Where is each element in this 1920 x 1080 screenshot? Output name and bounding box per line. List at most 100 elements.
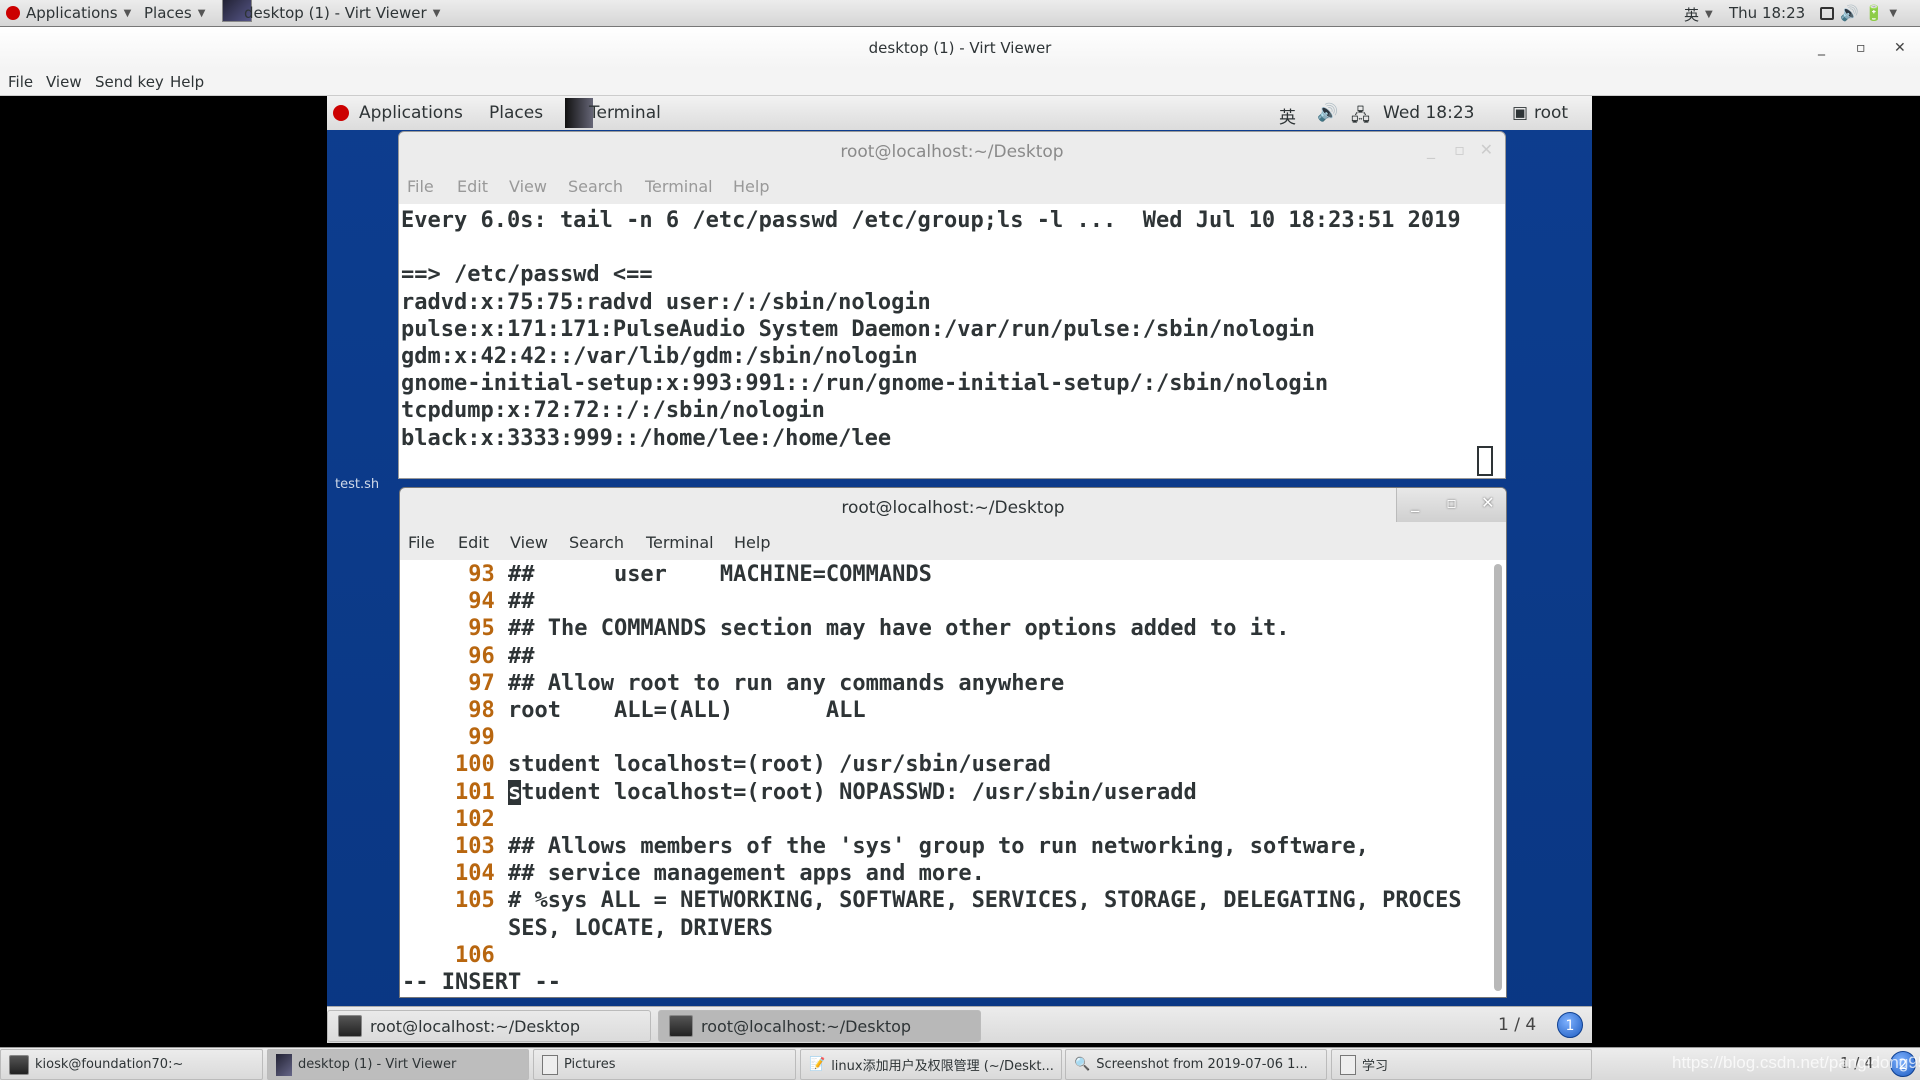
- vim-line: 93 ## user MACHINE=COMMANDS: [402, 561, 932, 588]
- vim-line: 105 # %sys ALL = NETWORKING, SOFTWARE, S…: [402, 887, 1462, 914]
- taskbar-item-editor[interactable]: 📝 linux添加用户及权限管理 (~/Deskt...: [800, 1049, 1062, 1080]
- taskbar-item-virt-viewer[interactable]: desktop (1) - Virt Viewer: [267, 1049, 529, 1080]
- taskbar-label: desktop (1) - Virt Viewer: [298, 1057, 457, 1072]
- menu-view[interactable]: View: [46, 73, 82, 91]
- terminal-line: ==> /etc/passwd <==: [401, 262, 653, 288]
- terminal-window-vim[interactable]: root@localhost:~/Desktop _ ▫ ✕ File Edit…: [399, 487, 1507, 998]
- cursor-block: [1477, 446, 1493, 476]
- line-number: 106: [454, 942, 495, 968]
- close-button[interactable]: ✕: [1894, 27, 1906, 69]
- menu-view[interactable]: View: [509, 177, 547, 196]
- line-number: 103: [454, 834, 495, 859]
- places-menu[interactable]: Places ▼: [144, 4, 205, 22]
- applications-label: Applications: [26, 4, 118, 22]
- taskbar-label: Screenshot from 2019-07-06 1...: [1096, 1057, 1308, 1072]
- network-icon[interactable]: 🖧: [1351, 103, 1370, 132]
- menu-help[interactable]: Help: [733, 177, 769, 196]
- line-text: ## Allows members of the 'sys' group to …: [507, 834, 1369, 859]
- vim-line: 103 ## Allows members of the 'sys' group…: [402, 833, 1369, 860]
- line-text: ## The COMMANDS section may have other o…: [507, 616, 1290, 642]
- line-number: 98: [468, 698, 495, 723]
- line-number: 96: [468, 643, 495, 669]
- menu-edit[interactable]: Edit: [458, 533, 489, 552]
- taskbar-item-study[interactable]: 学习: [1331, 1049, 1592, 1080]
- menu-send-key[interactable]: Send key: [95, 73, 164, 91]
- line-gutter: [402, 562, 468, 587]
- chevron-down-icon: ▼: [1705, 9, 1713, 20]
- line-text: root ALL=(ALL) ALL: [507, 698, 866, 723]
- menu-terminal[interactable]: Terminal: [646, 533, 714, 552]
- guest-places-menu[interactable]: Places: [489, 103, 543, 123]
- menu-file[interactable]: File: [407, 177, 434, 196]
- menu-file[interactable]: File: [8, 73, 33, 91]
- menu-file[interactable]: File: [408, 533, 435, 552]
- line-number: 94: [468, 589, 495, 615]
- ime-indicator[interactable]: 英 ▼: [1684, 4, 1713, 25]
- line-gutter: [402, 834, 455, 859]
- guest-screen[interactable]: Applications Places Terminal 英 🔊 🖧 Wed 1…: [327, 96, 1592, 1043]
- guest-window-menu[interactable]: Terminal: [589, 103, 661, 123]
- workspace-pager[interactable]: 1 / 4: [1498, 1015, 1536, 1035]
- close-button[interactable]: ✕: [1480, 140, 1493, 159]
- maximize-button[interactable]: ▫: [1454, 140, 1465, 159]
- line-gutter: [402, 807, 455, 832]
- line-number: 104: [454, 861, 495, 887]
- places-label: Places: [144, 4, 192, 22]
- line-text: student localhost=(root) /usr/sbin/usera…: [507, 752, 1052, 778]
- line-gutter: [402, 616, 468, 641]
- viewer-menubar: File View Send key Help: [0, 69, 1920, 96]
- vim-line: 106: [402, 942, 508, 969]
- desktop-icon-label[interactable]: test.sh: [335, 477, 379, 492]
- taskbar-label: linux添加用户及权限管理 (~/Deskt...: [831, 1059, 1054, 1074]
- minimize-button[interactable]: _: [1818, 27, 1825, 69]
- vim-editor[interactable]: 93 ## user MACHINE=COMMANDS 94 ## 95 ## …: [400, 560, 1506, 997]
- volume-icon[interactable]: 🔊: [1317, 103, 1338, 123]
- user-icon: ▣: [1512, 103, 1529, 123]
- system-tray[interactable]: 🔊 🔋 ▼: [1820, 4, 1897, 22]
- terminal-title: root@localhost:~/Desktop: [840, 142, 1064, 162]
- window-title: desktop (1) - Virt Viewer: [868, 39, 1052, 57]
- guest-applications-menu[interactable]: Applications: [359, 103, 463, 123]
- taskbar-item-terminal-2[interactable]: root@localhost:~/Desktop: [658, 1010, 981, 1042]
- line-gutter: [402, 725, 468, 750]
- menu-search[interactable]: Search: [569, 533, 624, 552]
- redhat-logo-icon: [6, 6, 20, 20]
- line-text: student localhost=(root) NOPASSWD: /usr/…: [507, 779, 1197, 805]
- line-number: 93: [468, 562, 495, 587]
- chevron-down-icon: ▼: [197, 7, 206, 19]
- taskbar-item-kiosk[interactable]: kiosk@foundation70:~: [0, 1049, 263, 1080]
- maximize-button[interactable]: ▫: [1856, 27, 1866, 69]
- menu-edit[interactable]: Edit: [457, 177, 488, 196]
- maximize-button[interactable]: ▫: [1433, 488, 1469, 522]
- notification-badge[interactable]: 1: [1557, 1012, 1583, 1038]
- guest-ime-indicator[interactable]: 英: [1279, 103, 1296, 128]
- applications-menu[interactable]: Applications ▼: [6, 4, 131, 22]
- terminal-line: gdm:x:42:42::/var/lib/gdm:/sbin/nologin: [401, 344, 918, 369]
- taskbar-item-pictures[interactable]: Pictures: [533, 1049, 796, 1080]
- scrollbar[interactable]: [1494, 564, 1502, 991]
- menu-view[interactable]: View: [510, 533, 548, 552]
- line-gutter: [402, 752, 455, 777]
- terminal-window-watch[interactable]: root@localhost:~/Desktop _ ▫ ✕ File Edit…: [398, 131, 1506, 479]
- menu-help[interactable]: Help: [170, 73, 204, 91]
- menu-search[interactable]: Search: [568, 177, 623, 196]
- menu-help[interactable]: Help: [734, 533, 770, 552]
- terminal-output[interactable]: Every 6.0s: tail -n 6 /etc/passwd /etc/g…: [399, 204, 1505, 478]
- clock-label: Thu 18:23: [1729, 4, 1806, 22]
- clock[interactable]: Thu 18:23: [1729, 4, 1805, 22]
- line-text: ## service management apps and more.: [507, 861, 985, 887]
- taskbar-item-terminal-1[interactable]: root@localhost:~/Desktop: [327, 1010, 651, 1042]
- guest-taskbar: root@localhost:~/Desktop root@localhost:…: [327, 1006, 1592, 1043]
- guest-clock[interactable]: Wed 18:23: [1383, 103, 1474, 123]
- close-button[interactable]: ✕: [1470, 488, 1506, 522]
- minimize-button[interactable]: _: [1397, 488, 1433, 522]
- minimize-button[interactable]: _: [1427, 140, 1435, 159]
- taskbar-item-screenshot[interactable]: 🔍 Screenshot from 2019-07-06 1...: [1065, 1049, 1327, 1080]
- menu-terminal[interactable]: Terminal: [645, 177, 713, 196]
- line-number: 97: [468, 670, 495, 696]
- window-menu[interactable]: desktop (1) - Virt Viewer ▼: [222, 0, 440, 22]
- display-icon: [1820, 6, 1834, 20]
- line-gutter: [402, 943, 455, 968]
- guest-user-menu[interactable]: root: [1534, 103, 1568, 123]
- volume-icon: 🔊: [1840, 4, 1859, 22]
